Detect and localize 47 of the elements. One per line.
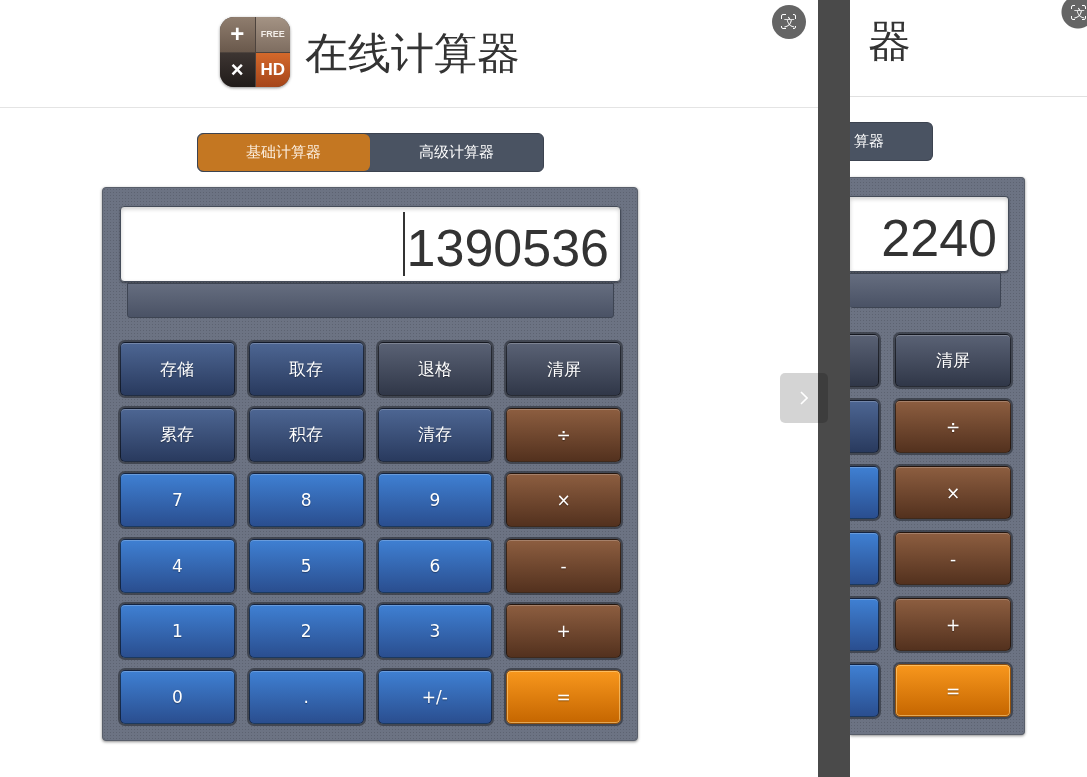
- keypad-button[interactable]: 8: [248, 473, 364, 527]
- next-button[interactable]: [780, 373, 828, 423]
- keypad-button[interactable]: 5: [248, 538, 364, 593]
- keypad-button[interactable]: 退格: [377, 342, 493, 396]
- keypad-button[interactable]: 1: [120, 604, 235, 658]
- keypad-button[interactable]: .: [248, 669, 364, 724]
- logo-label: HD: [255, 52, 290, 87]
- keypad-button[interactable]: 4: [120, 538, 235, 593]
- mode-tab[interactable]: 算器: [850, 122, 933, 161]
- chevron-right-icon: [800, 391, 808, 405]
- keypad-button[interactable]: [850, 664, 879, 717]
- keypad-button[interactable]: 累存: [120, 407, 235, 462]
- keypad-button[interactable]: 清存: [377, 407, 493, 462]
- keypad-button[interactable]: 清屏: [506, 342, 621, 396]
- keypad-button[interactable]: ×: [506, 473, 621, 527]
- keypad-button[interactable]: +/-: [377, 669, 493, 724]
- logo-label: +: [220, 17, 255, 52]
- keypad-button[interactable]: -: [506, 538, 621, 593]
- keypad-button[interactable]: 2: [248, 604, 364, 658]
- keypad-button[interactable]: 3: [377, 604, 493, 658]
- keypad-button[interactable]: 积存: [248, 407, 364, 462]
- keypad-button[interactable]: 清屏: [895, 334, 1011, 387]
- keypad-button[interactable]: [850, 466, 879, 519]
- keypad-button[interactable]: 存储: [120, 342, 235, 396]
- page-title: 在线计算器: [305, 32, 520, 75]
- keypad-button[interactable]: -: [895, 532, 1011, 585]
- translate-button[interactable]: 文: [1061, 0, 1087, 29]
- keypad-button[interactable]: [850, 598, 879, 651]
- display-field[interactable]: 2240: [850, 196, 1009, 272]
- keypad-button[interactable]: [850, 532, 879, 585]
- logo-label: ×: [220, 52, 255, 87]
- keypad-button[interactable]: ÷: [506, 407, 621, 462]
- display-field[interactable]: 1390536: [120, 206, 621, 282]
- logo-label: FREE: [255, 17, 290, 52]
- keypad-button[interactable]: 7: [120, 473, 235, 527]
- keypad-button[interactable]: ×: [895, 466, 1011, 519]
- keypad-button[interactable]: +: [895, 598, 1011, 651]
- keypad-button[interactable]: 6: [377, 538, 493, 593]
- keypad-button[interactable]: ÷: [895, 400, 1011, 453]
- keypad-button[interactable]: 9: [377, 473, 493, 527]
- keypad-button[interactable]: [850, 400, 879, 453]
- keypad-button[interactable]: 0: [120, 669, 235, 724]
- keypad-button[interactable]: [850, 334, 879, 387]
- keypad-button[interactable]: 取存: [248, 342, 364, 396]
- page-title: 器: [868, 19, 911, 63]
- translate-button[interactable]: 文: [772, 5, 806, 39]
- keypad-button[interactable]: +: [506, 604, 621, 658]
